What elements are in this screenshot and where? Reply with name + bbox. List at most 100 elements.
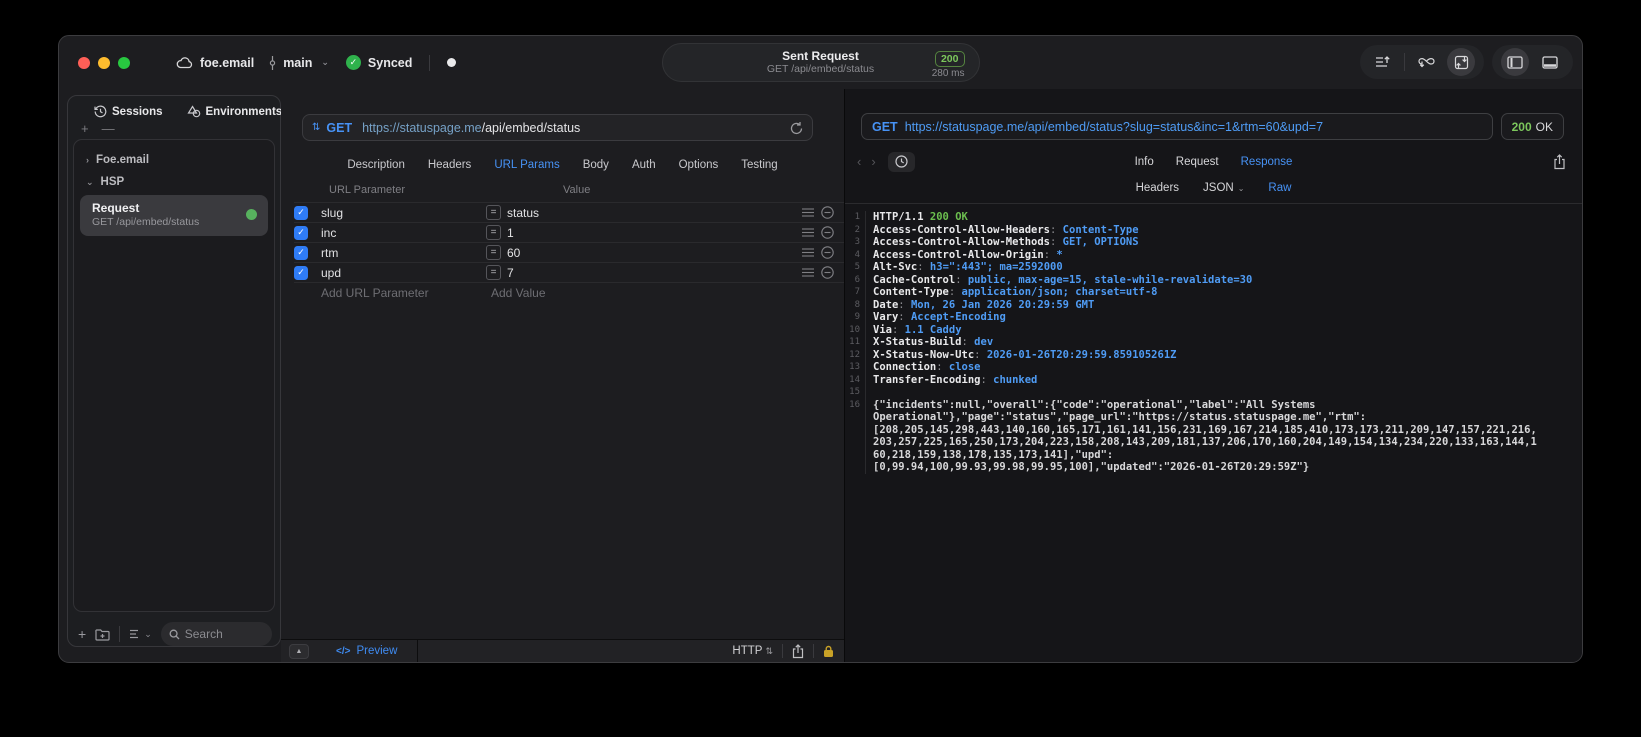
equals-badge: = (486, 225, 501, 240)
zoom-button[interactable] (118, 56, 130, 69)
project-name[interactable]: foe.email (200, 56, 254, 70)
param-row: ✓ rtm = 60 (294, 242, 844, 262)
group-foe-email[interactable]: › Foe.email (80, 149, 268, 171)
sync-status: Synced (367, 55, 413, 70)
search-box[interactable] (160, 622, 272, 646)
subtab-raw[interactable]: Raw (1268, 182, 1291, 194)
row-menu-icon[interactable] (802, 228, 814, 237)
tab-request[interactable]: Request (1176, 156, 1219, 168)
divider (429, 54, 431, 71)
tab-sessions[interactable]: Sessions (94, 105, 163, 118)
swap-box-icon[interactable] (1447, 48, 1475, 76)
request-panel: ⇅ GET https://statuspage.me/api/embed/st… (281, 89, 844, 662)
tab-headers[interactable]: Headers (428, 159, 471, 171)
share-icon[interactable] (1553, 153, 1566, 170)
share-icon[interactable] (792, 643, 804, 659)
tab-options[interactable]: Options (679, 159, 719, 171)
response-status-pill: 200 OK (1500, 113, 1564, 140)
tab-testing[interactable]: Testing (741, 159, 777, 171)
refresh-icon[interactable] (790, 121, 803, 135)
request-duration: 280 ms (931, 68, 965, 79)
add-param-placeholder[interactable]: Add URL Parameter (294, 286, 485, 300)
add-value-placeholder[interactable]: Add Value (485, 286, 844, 300)
lock-icon (823, 645, 834, 658)
code-line: 7 Content-Type: application/json; charset… (845, 286, 1582, 299)
tab-response[interactable]: Response (1241, 156, 1293, 168)
tab-auth[interactable]: Auth (632, 159, 656, 171)
param-value[interactable]: 1 (501, 226, 802, 240)
tab-description[interactable]: Description (347, 159, 405, 171)
equals-badge: = (486, 205, 501, 220)
remove-session-button[interactable]: — (102, 122, 115, 137)
param-name[interactable]: upd (308, 266, 486, 280)
remove-row-icon[interactable] (821, 246, 834, 259)
row-menu-icon[interactable] (802, 248, 814, 257)
new-folder-icon[interactable] (95, 628, 110, 641)
divider (813, 644, 814, 658)
code-line: 15 (845, 386, 1582, 399)
param-name[interactable]: inc (308, 226, 486, 240)
merge-arrows-icon[interactable] (1412, 48, 1440, 76)
forward-button[interactable]: › (871, 154, 875, 169)
search-icon (169, 629, 180, 640)
cloud-icon (176, 56, 193, 69)
sidebar: Sessions Environments + — › Foe.email ⌄ … (59, 89, 282, 662)
param-value[interactable]: 60 (501, 246, 802, 260)
bottom-panel-icon[interactable] (1536, 48, 1564, 76)
branch-name[interactable]: main (283, 56, 312, 70)
param-checkbox[interactable]: ✓ (294, 205, 308, 220)
param-checkbox[interactable]: ✓ (294, 225, 308, 240)
group-hsp[interactable]: ⌄ HSP (80, 171, 268, 193)
tab-url-params[interactable]: URL Params (494, 159, 559, 171)
param-checkbox[interactable]: ✓ (294, 265, 308, 280)
export-lines-icon[interactable] (1369, 48, 1397, 76)
row-menu-icon[interactable] (802, 268, 814, 277)
add-session-button[interactable]: + (81, 122, 89, 137)
param-row: ✓ inc = 1 (294, 222, 844, 242)
param-name[interactable]: slug (308, 206, 486, 220)
tab-info[interactable]: Info (1135, 156, 1154, 168)
code-line: 5 Alt-Svc: h3=":443"; ma=2592000 (845, 261, 1582, 274)
param-value[interactable]: 7 (501, 266, 802, 280)
code-line: 1 HTTP/1.1 200 OK (845, 211, 1582, 224)
titlebar: foe.email main ⌄ ✓ Synced Sent Request G… (59, 36, 1582, 89)
protocol-selector[interactable]: HTTP ⇅ (732, 645, 773, 657)
left-panel-icon[interactable] (1501, 48, 1529, 76)
method-label[interactable]: GET (326, 121, 352, 135)
method-updown-icon[interactable]: ⇅ (312, 122, 320, 133)
sort-menu-button[interactable]: ⌄ (129, 629, 152, 640)
url-field[interactable]: ⇅ GET https://statuspage.me/api/embed/st… (302, 114, 813, 141)
add-request-button[interactable]: + (78, 626, 86, 642)
request-item-selected[interactable]: Request GET /api/embed/status (80, 195, 268, 236)
response-panel: GET https://statuspage.me/api/embed/stat… (844, 89, 1582, 662)
expand-console-button[interactable]: ▲ (289, 643, 309, 659)
shapes-icon (186, 105, 201, 118)
remove-row-icon[interactable] (821, 206, 834, 219)
sent-request-url[interactable]: GET https://statuspage.me/api/embed/stat… (861, 113, 1493, 140)
param-value[interactable]: status (501, 206, 802, 220)
request-footer: ▲ </> Preview HTTP ⇅ (281, 639, 844, 662)
subtab-json[interactable]: JSON ⌄ (1203, 182, 1244, 194)
chevron-down-icon[interactable]: ⌄ (321, 57, 329, 68)
param-name[interactable]: rtm (308, 246, 486, 260)
request-title-pill[interactable]: Sent Request GET /api/embed/status 200 2… (661, 43, 980, 82)
preview-button[interactable]: </> Preview (336, 645, 397, 657)
col-value: Value (563, 184, 591, 196)
search-input[interactable] (184, 627, 264, 641)
request-item-title: Request (92, 201, 140, 215)
history-button[interactable] (887, 151, 915, 172)
row-menu-icon[interactable] (802, 208, 814, 217)
group-label: HSP (100, 176, 125, 188)
minimize-button[interactable] (98, 56, 110, 69)
param-checkbox[interactable]: ✓ (294, 245, 308, 260)
chevron-right-icon: › (86, 155, 89, 165)
remove-row-icon[interactable] (821, 226, 834, 239)
close-button[interactable] (78, 56, 90, 69)
back-button[interactable]: ‹ (857, 154, 861, 169)
subtab-headers[interactable]: Headers (1136, 182, 1179, 194)
preview-label: Preview (356, 645, 398, 657)
tab-environments[interactable]: Environments (186, 105, 282, 118)
remove-row-icon[interactable] (821, 266, 834, 279)
tab-body[interactable]: Body (583, 159, 609, 171)
add-param-row[interactable]: Add URL Parameter Add Value (294, 282, 844, 302)
